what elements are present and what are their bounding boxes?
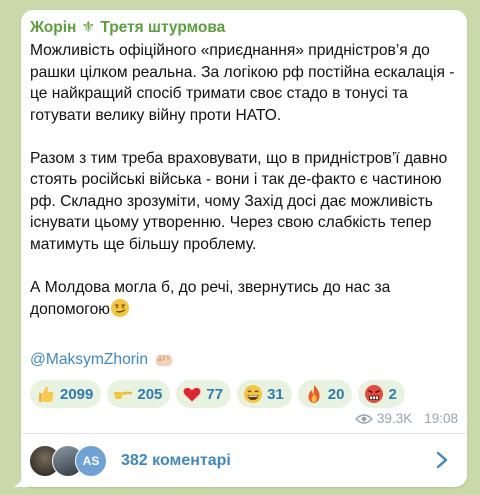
view-count: 39.3K <box>376 411 413 426</box>
fire-icon <box>308 385 320 403</box>
red-heart-icon <box>183 387 201 402</box>
avatar-initials: AS <box>75 444 107 477</box>
message-text: Можливість офіційного «приєднання» придн… <box>30 40 462 321</box>
eye-icon <box>354 413 373 424</box>
thumbs-up-icon <box>39 386 54 402</box>
grinning-face-icon <box>244 385 263 403</box>
comments-count-label: 382 коментарі <box>121 451 231 469</box>
fleur-de-lis-icon: ⚜ <box>81 19 96 36</box>
reactions-bar: 2099 205 77 31 20 2 <box>30 380 405 408</box>
reaction-pointing-hand[interactable]: 205 <box>107 380 171 408</box>
paragraph-1: Можливість офіційного «приєднання» придн… <box>30 42 455 124</box>
author-mention[interactable]: @MaksymZhorin <box>30 351 174 369</box>
channel-name: Третя штурмова <box>100 19 226 36</box>
angry-face-icon <box>365 385 384 403</box>
paragraph-2: Разом з тим треба враховувати, що в прид… <box>30 149 448 253</box>
reaction-count: 77 <box>206 385 224 403</box>
mention-link[interactable]: @MaksymZhorin <box>30 351 148 369</box>
reaction-angry[interactable]: 2 <box>358 380 405 408</box>
reaction-count: 2 <box>388 385 397 403</box>
reaction-fire[interactable]: 20 <box>297 380 353 408</box>
paragraph-3: А Молдова могла б, до речі, звернутись д… <box>30 277 462 321</box>
reaction-count: 205 <box>137 385 163 403</box>
smirking-face-icon <box>111 299 129 317</box>
message-time: 19:08 <box>424 411 458 426</box>
reaction-count: 31 <box>267 385 284 403</box>
reaction-grin[interactable]: 31 <box>237 380 292 408</box>
reaction-count: 2099 <box>60 385 94 403</box>
reaction-thumbs-up[interactable]: 2099 <box>30 380 102 408</box>
raised-fist-icon <box>156 355 173 366</box>
comments-button[interactable]: AS 382 коментарі <box>21 434 467 487</box>
pointing-hand-icon <box>114 391 133 399</box>
paragraph-3-text: А Молдова могла б, до речі, звернутись д… <box>30 278 391 319</box>
post-header[interactable]: Жорін ⚜ Третя штурмова <box>30 18 225 37</box>
reaction-count: 20 <box>327 385 345 403</box>
commenter-avatars: AS <box>29 444 111 477</box>
chevron-right-icon <box>436 451 448 469</box>
author-name: Жорін <box>30 19 77 36</box>
reaction-heart[interactable]: 77 <box>176 380 232 408</box>
message-meta: 39.3K 19:08 <box>354 411 458 426</box>
